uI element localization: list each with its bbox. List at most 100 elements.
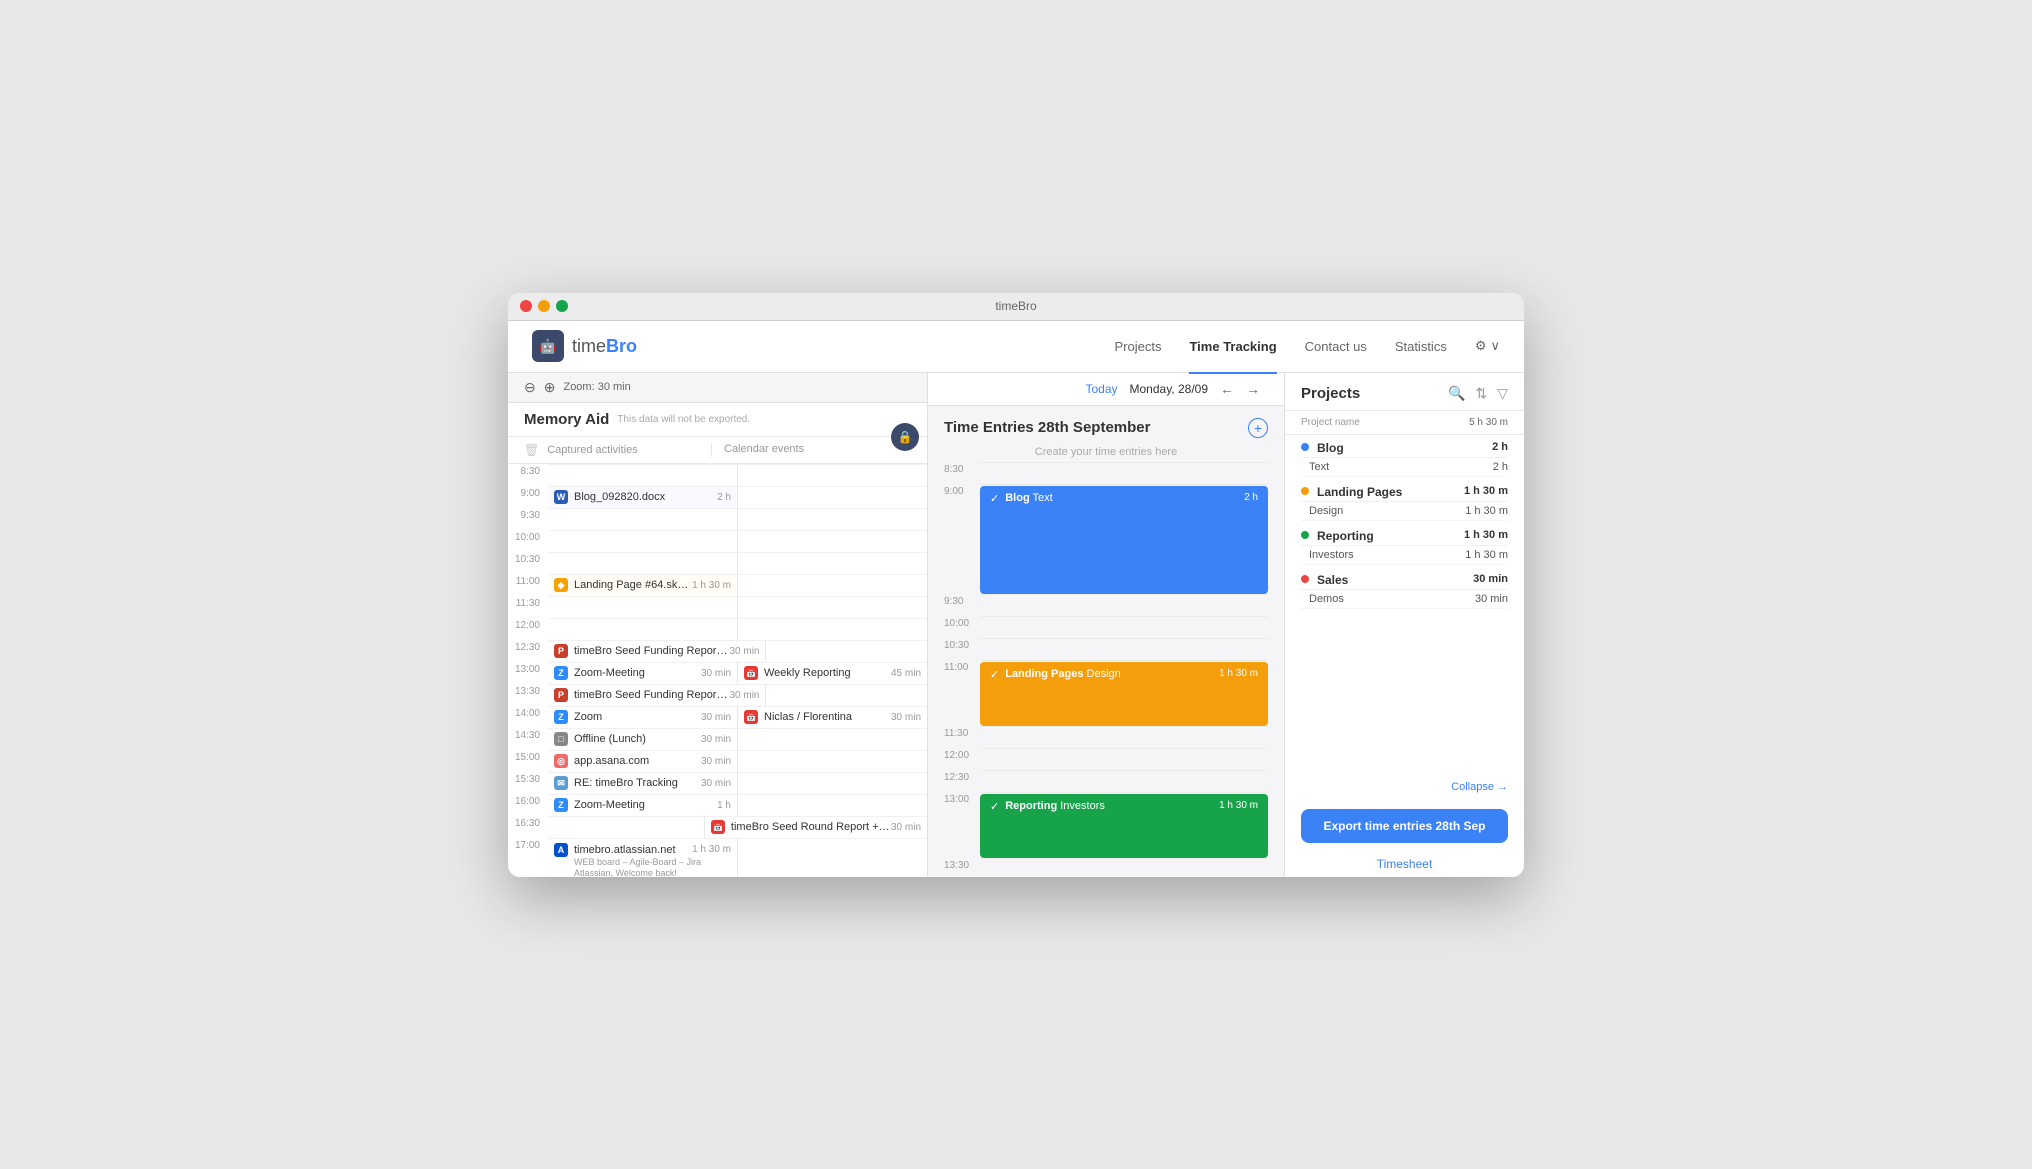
calendar-cell xyxy=(765,640,927,662)
project-parent[interactable]: Reporting 1 h 30 m xyxy=(1301,523,1508,546)
nav-statistics[interactable]: Statistics xyxy=(1395,335,1447,358)
list-item: 9:00 W Blog_092820.docx 2 h xyxy=(508,486,927,508)
project-child[interactable]: Text 2 h xyxy=(1301,458,1508,477)
zoom-out-button[interactable]: ⊖ xyxy=(524,379,536,396)
calendar-cell xyxy=(737,486,927,508)
settings-button[interactable]: ⚙ ∨ xyxy=(1475,338,1500,354)
calendar-cell[interactable]: 📅 Weekly Reporting 45 min xyxy=(737,662,927,684)
list-item: 12:30 P timeBro Seed Funding Report.pptx… xyxy=(508,640,927,662)
activity-name: timeBro Seed Funding Report.pptx xyxy=(574,645,729,657)
entry-area xyxy=(980,594,1268,616)
activity-cell xyxy=(548,464,737,486)
activity-cell[interactable]: Z Zoom 30 min xyxy=(548,706,737,728)
zoom-icon: Z xyxy=(554,710,568,724)
collapse-link[interactable]: Collapse → xyxy=(1285,773,1524,801)
project-child[interactable]: Design 1 h 30 m xyxy=(1301,502,1508,521)
time-entry-blog[interactable]: ✓ Blog Text 2 h xyxy=(980,486,1268,594)
app-window: timeBro 🤖 timeBro Projects Time Tracking… xyxy=(508,293,1524,877)
activity-cell[interactable]: P timeBro Seed Funding Report.pptx 30 mi… xyxy=(548,684,765,706)
project-child[interactable]: Demos 30 min xyxy=(1301,590,1508,609)
entry-row: 11:30 xyxy=(944,726,1268,748)
list-item: 16:30 📅 timeBro Seed Round Report + Q&A … xyxy=(508,816,927,838)
nav-items: Projects Time Tracking Contact us Statis… xyxy=(1115,335,1501,358)
project-parent[interactable]: Blog 2 h xyxy=(1301,435,1508,458)
entry-duration: 1 h 30 m xyxy=(1219,800,1258,811)
entries-timeline: 8:30 9:00 ✓ Blog Text 2 h xyxy=(928,462,1284,877)
search-icon[interactable]: 🔍 xyxy=(1448,385,1465,402)
activity-duration: 30 min xyxy=(729,690,759,701)
activity-cell[interactable]: □ Offline (Lunch) 30 min xyxy=(548,728,737,750)
calendar-cell[interactable]: 📅 Niclas / Florentina 30 min xyxy=(737,706,927,728)
logo-bro: Bro xyxy=(606,336,637,356)
entry-row: 11:00 ✓ Landing Pages Design 1 h 30 m xyxy=(944,660,1268,726)
export-button[interactable]: Export time entries 28th Sep xyxy=(1301,809,1508,843)
time-label: 12:00 xyxy=(944,748,980,770)
today-button[interactable]: Today xyxy=(1085,382,1117,396)
activity-name: Zoom-Meeting xyxy=(574,667,701,679)
timesheet-link[interactable]: Timesheet xyxy=(1285,851,1524,877)
calendar-cell xyxy=(737,618,927,640)
prev-day-button[interactable]: ← xyxy=(1220,381,1234,397)
time-label: 10:00 xyxy=(508,530,548,552)
nav-contact[interactable]: Contact us xyxy=(1305,335,1367,358)
project-group-reporting: Reporting 1 h 30 m Investors 1 h 30 m xyxy=(1301,523,1508,565)
entry-duration: 1 h 30 m xyxy=(1219,668,1258,679)
lock-icon[interactable]: 🔒 xyxy=(891,423,919,451)
project-parent[interactable]: Sales 30 min xyxy=(1301,567,1508,590)
time-label: 14:00 xyxy=(508,706,548,728)
project-parent-time: 1 h 30 m xyxy=(1464,529,1508,543)
project-group-landing: Landing Pages 1 h 30 m Design 1 h 30 m xyxy=(1301,479,1508,521)
calendar-cell xyxy=(737,838,927,877)
delete-icon[interactable]: 🗑 xyxy=(524,443,539,457)
window-controls xyxy=(520,300,568,312)
time-label: 9:30 xyxy=(944,594,980,616)
left-panel: ⊖ ⊕ Zoom: 30 min Memory Aid This data wi… xyxy=(508,373,928,877)
project-child-time: 2 h xyxy=(1493,461,1508,473)
add-entry-button[interactable]: + xyxy=(1248,418,1268,438)
activity-cell[interactable]: P timeBro Seed Funding Report.pptx 30 mi… xyxy=(548,640,765,662)
time-label: 11:00 xyxy=(944,660,980,726)
filter-icon[interactable]: ▽ xyxy=(1497,385,1508,402)
activity-cell[interactable]: A timebro.atlassian.net 1 h 30 m WEB boa… xyxy=(548,838,737,877)
activity-cell[interactable]: Z Zoom-Meeting 1 h xyxy=(548,794,737,816)
activity-cell[interactable]: ◎ app.asana.com 30 min xyxy=(548,750,737,772)
maximize-button[interactable] xyxy=(556,300,568,312)
entry-row: 10:00 xyxy=(944,616,1268,638)
time-label: 8:30 xyxy=(944,462,980,484)
calendar-event-name: timeBro Seed Round Report + Q&A xyxy=(731,821,891,833)
activity-cell[interactable]: Z Zoom-Meeting 30 min xyxy=(548,662,737,684)
zoom-in-button[interactable]: ⊕ xyxy=(544,379,556,396)
minimize-button[interactable] xyxy=(538,300,550,312)
projects-title: Projects xyxy=(1301,385,1448,402)
project-parent[interactable]: Landing Pages 1 h 30 m xyxy=(1301,479,1508,502)
nav-projects[interactable]: Projects xyxy=(1115,335,1162,358)
entry-label: Blog Text xyxy=(1005,492,1244,504)
sort-icon[interactable]: ⇅ xyxy=(1475,385,1487,402)
calendar-event-name: Weekly Reporting xyxy=(764,667,891,679)
middle-panel: Today Monday, 28/09 ← → Time Entries 28t… xyxy=(928,373,1284,877)
time-entry-reporting[interactable]: ✓ Reporting Investors 1 h 30 m xyxy=(980,794,1268,858)
project-child[interactable]: Investors 1 h 30 m xyxy=(1301,546,1508,565)
activity-name: timeBro Seed Funding Report.pptx xyxy=(574,689,729,701)
entry-area: ✓ Reporting Investors 1 h 30 m xyxy=(980,792,1268,858)
mail-icon: ✉ xyxy=(554,776,568,790)
activity-cell[interactable]: W Blog_092820.docx 2 h xyxy=(548,486,737,508)
collapse-label: Collapse → xyxy=(1451,781,1508,793)
entry-area xyxy=(980,770,1268,792)
project-name-col: Project name xyxy=(1301,417,1469,428)
time-label: 15:30 xyxy=(508,772,548,794)
next-day-button[interactable]: → xyxy=(1246,381,1260,397)
activity-duration: 2 h xyxy=(717,492,731,503)
time-label: 13:30 xyxy=(508,684,548,706)
calendar-icon: 📅 xyxy=(744,710,758,724)
entry-duration: 2 h xyxy=(1244,492,1258,503)
time-entry-landing[interactable]: ✓ Landing Pages Design 1 h 30 m xyxy=(980,662,1268,726)
entry-area xyxy=(980,748,1268,770)
activity-cell[interactable]: ◆ Landing Page #64.sketch 1 h 30 m xyxy=(548,574,737,596)
calendar-cell[interactable]: 📅 timeBro Seed Round Report + Q&A 30 min xyxy=(704,816,927,838)
close-button[interactable] xyxy=(520,300,532,312)
activity-cell[interactable]: ✉ RE: timeBro Tracking 30 min xyxy=(548,772,737,794)
nav-time-tracking[interactable]: Time Tracking xyxy=(1189,335,1276,358)
activity-cell xyxy=(548,596,737,618)
create-hint: Create your time entries here xyxy=(928,442,1284,462)
